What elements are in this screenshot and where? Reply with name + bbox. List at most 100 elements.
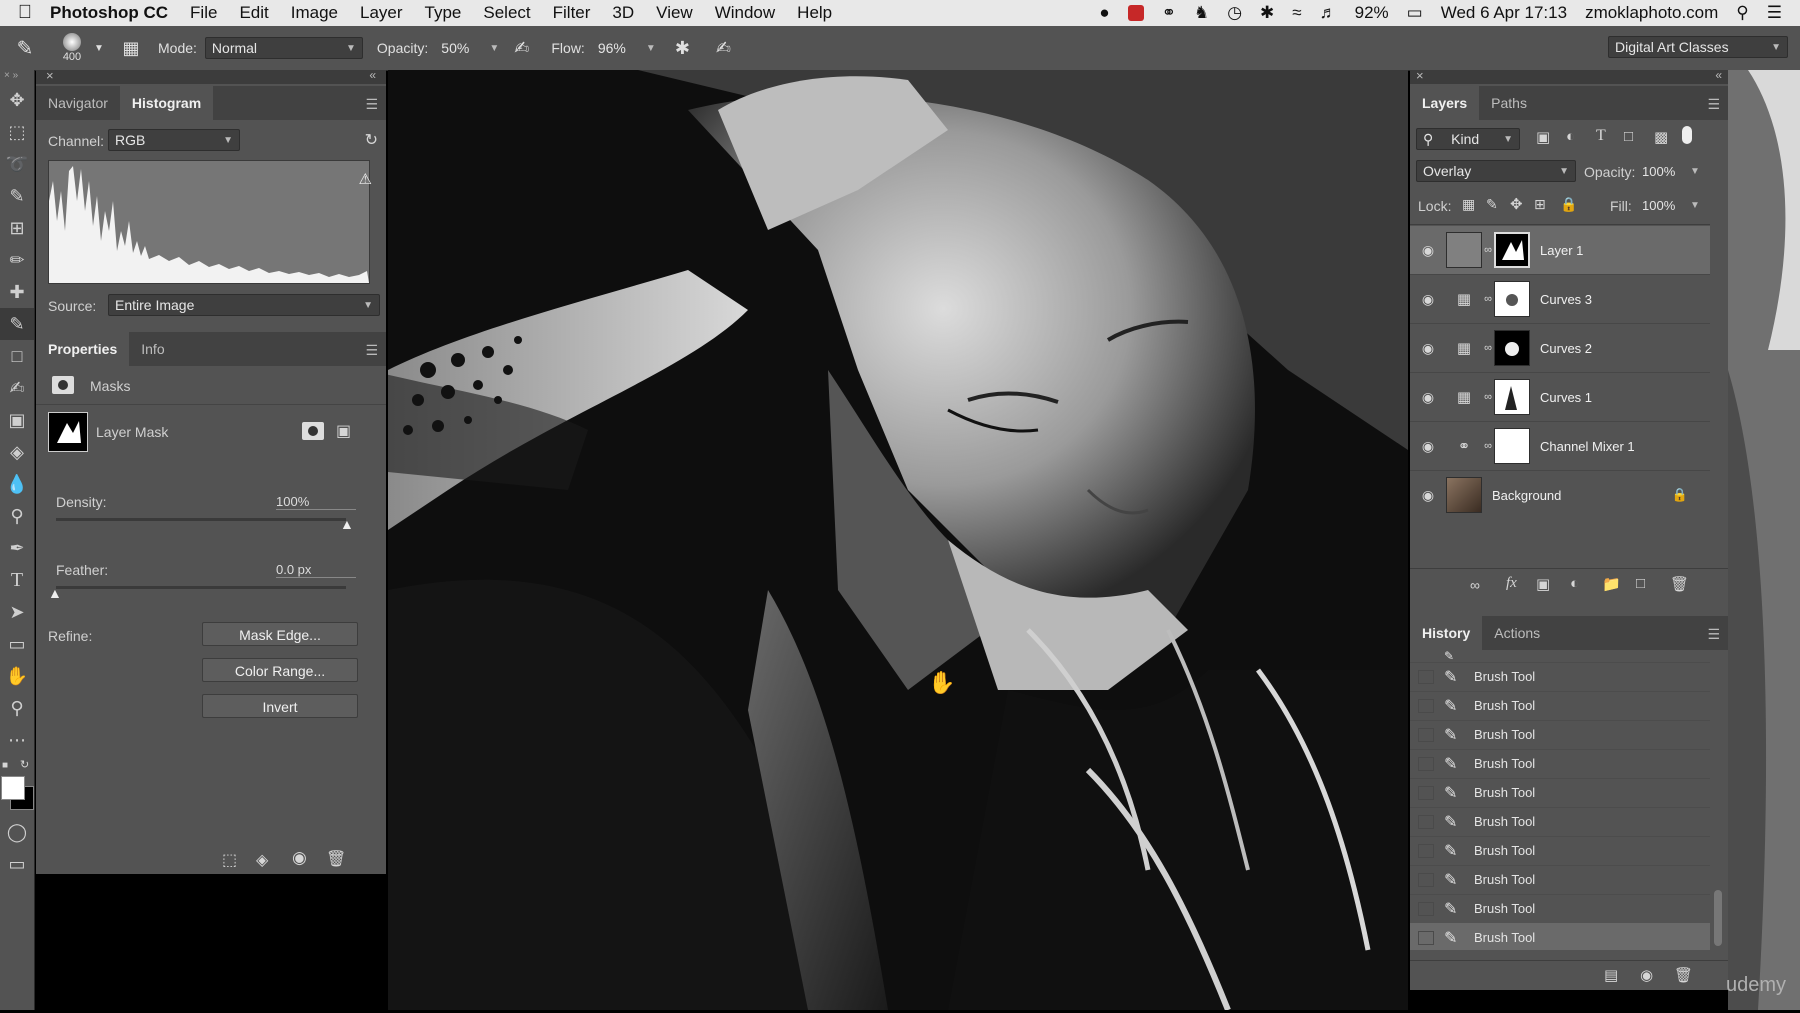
creative-cloud-icon[interactable]: ⚭ — [1162, 3, 1176, 23]
bluetooth-icon[interactable]: ✱ — [1260, 3, 1274, 23]
filter-pixel-icon[interactable]: ▣ — [1536, 128, 1550, 146]
path-selection-tool-icon[interactable]: ➤ — [0, 596, 34, 628]
eye-icon[interactable]: ◉ — [1410, 291, 1446, 308]
blend-mode-select[interactable]: Overlay ▼ — [1416, 160, 1576, 182]
eye-icon[interactable]: ◉ — [1410, 389, 1446, 406]
opacity-field[interactable]: 50% ▼ — [434, 37, 506, 59]
layer-name[interactable]: Layer 1 — [1540, 243, 1583, 258]
type-tool-icon[interactable]: T — [0, 564, 34, 596]
history-item[interactable]: Brush Tool — [1474, 843, 1535, 858]
menu-image[interactable]: Image — [291, 3, 338, 23]
layer-name[interactable]: Curves 1 — [1540, 390, 1592, 405]
spotlight-search-icon[interactable]: ⚲ — [1736, 3, 1748, 23]
tab-paths[interactable]: Paths — [1479, 86, 1539, 120]
layer-name[interactable]: Channel Mixer 1 — [1540, 439, 1635, 454]
healing-brush-tool-icon[interactable]: ✚ — [0, 276, 34, 308]
history-row[interactable]: ✎ Brush Tool — [1410, 836, 1710, 866]
quick-selection-tool-icon[interactable]: ✎ — [0, 180, 34, 212]
color-range-button[interactable]: Color Range... — [202, 658, 358, 682]
history-brush-source-box[interactable] — [1418, 843, 1434, 858]
history-item[interactable]: Brush Tool — [1474, 669, 1535, 684]
history-row-current[interactable]: ✎ Brush Tool — [1410, 923, 1710, 950]
lock-artboard-icon[interactable]: ⊞ — [1534, 196, 1546, 213]
clone-stamp-tool-icon[interactable]: □ — [0, 340, 34, 372]
evernote-icon[interactable]: ♞ — [1194, 3, 1209, 23]
history-row[interactable]: ✎ Brush Tool — [1410, 720, 1710, 750]
layer-row-layer-1[interactable]: ◉ ∞ Layer 1 — [1410, 226, 1710, 275]
menu-layer[interactable]: Layer — [360, 3, 403, 23]
document-canvas[interactable]: ✋ — [388, 70, 1408, 1010]
menu-filter[interactable]: Filter — [553, 3, 591, 23]
history-scrollbar[interactable] — [1714, 890, 1722, 946]
lock-transparent-icon[interactable]: ▦ — [1462, 196, 1475, 213]
invert-button[interactable]: Invert — [202, 694, 358, 718]
eye-icon[interactable]: ◉ — [1410, 242, 1446, 259]
layer-name[interactable]: Curves 2 — [1540, 341, 1592, 356]
history-brush-source-box[interactable] — [1418, 930, 1434, 945]
fx-icon[interactable]: fx — [1506, 575, 1517, 592]
layer-mask-thumbnail[interactable] — [1494, 281, 1530, 317]
history-item[interactable]: Brush Tool — [1474, 930, 1535, 945]
pressure-size-icon[interactable]: ✍ — [716, 38, 731, 59]
eye-icon[interactable]: ◉ — [1410, 438, 1446, 455]
history-brush-source-box[interactable] — [1418, 669, 1434, 684]
collapse-arrows-icon[interactable]: × » — [0, 70, 34, 84]
paint-bucket-tool-icon[interactable]: ◈ — [0, 436, 34, 468]
vector-mask-icon[interactable]: ▣ — [336, 421, 351, 441]
tab-properties[interactable]: Properties — [36, 332, 130, 366]
eyedropper-tool-icon[interactable]: ✏ — [0, 244, 34, 276]
history-item[interactable]: Brush Tool — [1474, 756, 1535, 771]
camera-snapshot-icon[interactable]: ◉ — [1640, 966, 1653, 984]
history-row[interactable]: ✎ Brush Tool — [1410, 778, 1710, 808]
eye-icon[interactable]: ◉ — [1410, 487, 1446, 504]
time-machine-icon[interactable]: ◷ — [1227, 3, 1242, 23]
trash-icon[interactable]: 🗑 — [1674, 966, 1693, 984]
lasso-tool-icon[interactable]: ➰ — [0, 148, 34, 180]
layer-thumbnail[interactable] — [1446, 477, 1482, 513]
tab-layers[interactable]: Layers — [1410, 86, 1480, 120]
close-icon[interactable]: × — [1416, 68, 1424, 83]
history-brush-source-box[interactable] — [1418, 872, 1434, 887]
layer-row-curves-2[interactable]: ◉ ▦ ∞ Curves 2 — [1410, 324, 1710, 373]
menu-window[interactable]: Window — [715, 3, 775, 23]
menu-help[interactable]: Help — [797, 3, 832, 23]
new-document-from-state-icon[interactable]: ▤ — [1604, 966, 1618, 984]
curves-adjustment-icon[interactable]: ▦ — [1446, 388, 1482, 406]
feather-slider[interactable] — [56, 586, 346, 589]
link-icon[interactable]: ∞ — [1482, 440, 1494, 452]
color-swatches[interactable]: ■ ↻ — [0, 756, 34, 816]
adjustment-layer-icon[interactable]: ◐ — [1570, 575, 1579, 592]
lock-all-icon[interactable]: 🔒 — [1560, 196, 1577, 213]
screen-mode-icon[interactable]: ▭ — [0, 848, 34, 880]
filter-type-icon[interactable]: T — [1596, 127, 1606, 145]
zoom-tool-icon[interactable]: ⚲ — [0, 692, 34, 724]
brush-preset-picker[interactable]: 400 — [50, 33, 94, 63]
lock-image-icon[interactable]: ✎ — [1486, 196, 1498, 213]
filter-smart-object-icon[interactable]: ▩ — [1654, 128, 1668, 146]
history-row[interactable]: ✎ Brush Tool — [1410, 749, 1710, 779]
history-row[interactable]: ✎ Brush Tool — [1410, 865, 1710, 895]
panel-menu-icon[interactable]: ☰ — [365, 342, 378, 359]
layer-name[interactable]: Curves 3 — [1540, 292, 1592, 307]
tab-navigator[interactable]: Navigator — [36, 86, 120, 120]
menu-file[interactable]: File — [190, 3, 217, 23]
clock[interactable]: Wed 6 Apr 17:13 — [1441, 3, 1567, 23]
collapse-icon[interactable]: « — [1715, 68, 1722, 82]
move-tool-icon[interactable]: ✥ — [0, 84, 34, 116]
link-layers-icon[interactable]: ∞ — [1470, 577, 1480, 593]
layer-mask-thumbnail[interactable] — [1494, 232, 1530, 268]
volume-icon[interactable]: ♬ — [1320, 3, 1337, 23]
swap-colors-icon[interactable]: ↻ — [20, 758, 29, 771]
mode-select[interactable]: Normal ▼ — [204, 37, 363, 59]
add-mask-icon[interactable]: ▣ — [1536, 575, 1550, 593]
layer-opacity-value[interactable]: 100% — [1642, 164, 1675, 179]
layer-name[interactable]: Background — [1492, 488, 1561, 503]
app-name[interactable]: Photoshop CC — [50, 3, 168, 23]
notification-center-icon[interactable]: ☰ — [1767, 3, 1782, 23]
feather-slider-handle-icon[interactable]: ▲ — [48, 585, 62, 601]
warning-icon[interactable]: ⚠ — [359, 170, 372, 188]
link-icon[interactable]: ∞ — [1482, 244, 1494, 256]
user-site[interactable]: zmoklaphoto.com — [1585, 3, 1718, 23]
pen-tool-icon[interactable]: ✒ — [0, 532, 34, 564]
density-slider[interactable] — [56, 518, 346, 521]
